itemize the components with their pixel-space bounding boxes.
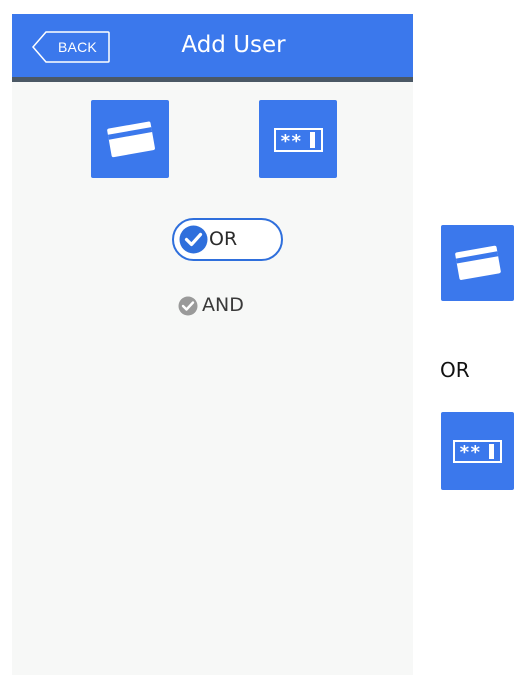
- logic-option-or-label: OR: [209, 228, 238, 250]
- logic-option-and[interactable]: AND: [176, 294, 276, 318]
- add-user-screen: BACK Add User ** OR AND: [12, 14, 413, 675]
- card-icon: [455, 245, 501, 280]
- preview-card-tile: [441, 225, 514, 301]
- check-circle-icon: [179, 225, 208, 254]
- check-circle-icon: [178, 296, 198, 316]
- card-icon: [107, 121, 155, 158]
- svg-text:**: **: [459, 442, 481, 463]
- header-bar: BACK Add User: [12, 14, 413, 82]
- password-icon: **: [453, 440, 502, 463]
- preview-password-tile: **: [441, 412, 514, 490]
- svg-text:**: **: [280, 131, 302, 152]
- card-method-button[interactable]: [91, 100, 169, 178]
- page-title: Add User: [181, 32, 286, 58]
- preview-joiner-text: OR: [440, 358, 470, 382]
- password-icon: **: [274, 128, 323, 152]
- password-method-button[interactable]: **: [259, 100, 337, 178]
- logic-option-or[interactable]: OR: [172, 218, 283, 261]
- logic-option-and-label: AND: [202, 294, 244, 316]
